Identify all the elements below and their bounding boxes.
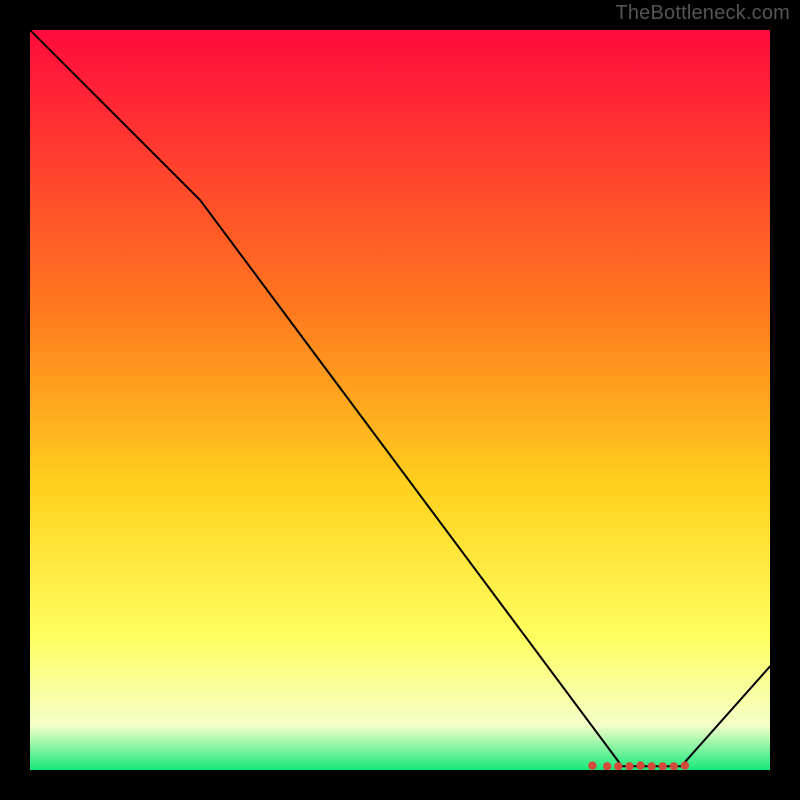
marker-dot bbox=[636, 761, 644, 769]
chart-frame: TheBottleneck.com bbox=[0, 0, 800, 800]
marker-dot bbox=[588, 761, 596, 769]
marker-dot bbox=[681, 761, 689, 769]
watermark-text: TheBottleneck.com bbox=[615, 2, 790, 25]
plot-area bbox=[30, 30, 770, 770]
plot-svg bbox=[30, 30, 770, 770]
